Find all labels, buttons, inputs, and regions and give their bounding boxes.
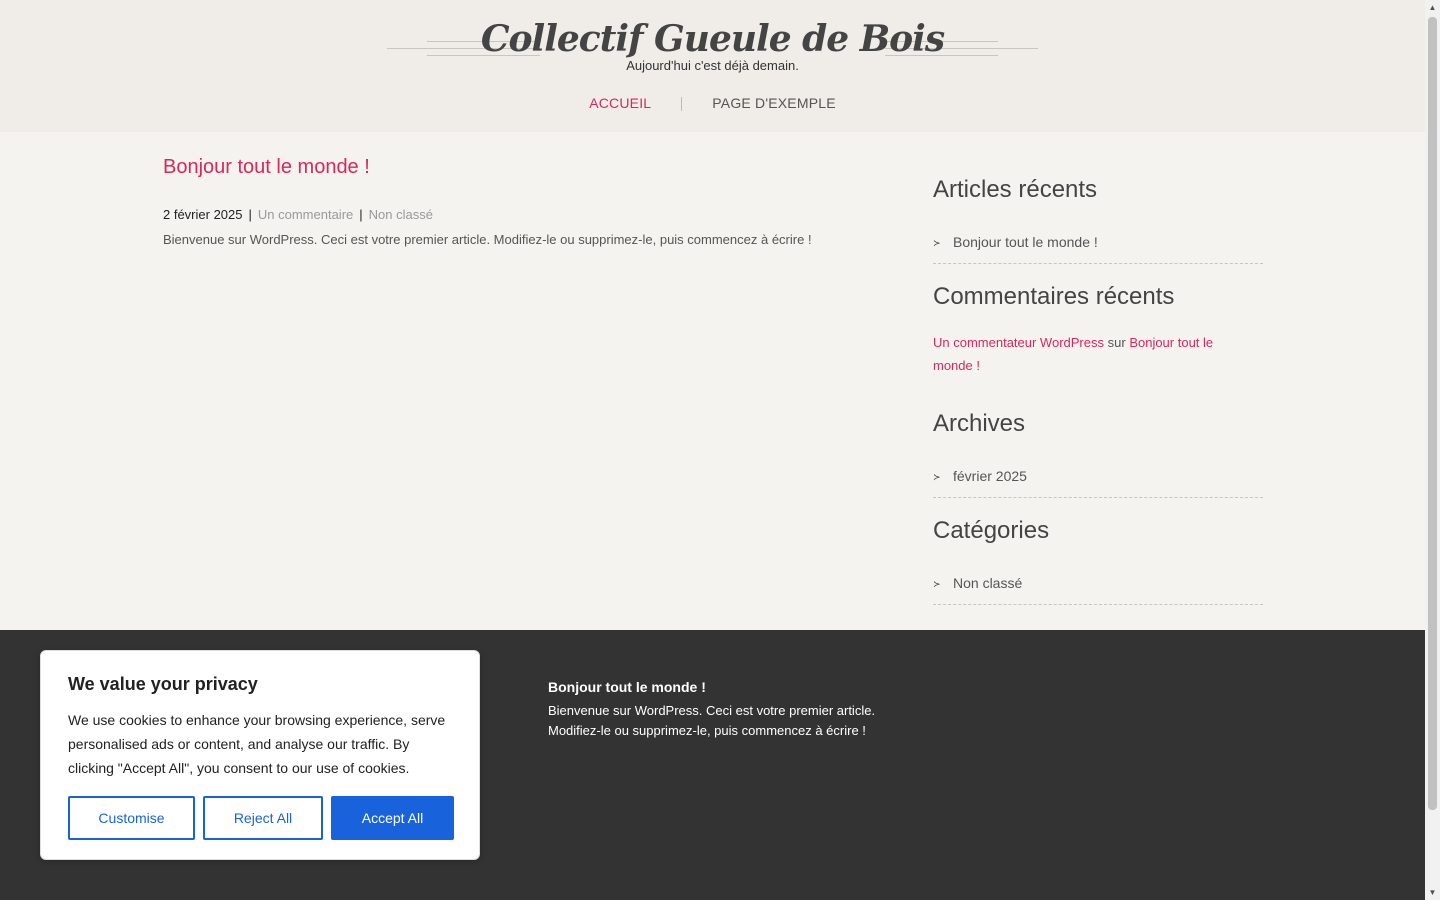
chevron-bullet-icon: ≻ <box>933 238 941 248</box>
comment-connector: sur <box>1107 335 1126 350</box>
post-excerpt: Bienvenue sur WordPress. Ceci est votre … <box>163 232 812 247</box>
footer-post-title[interactable]: Bonjour tout le monde ! <box>548 679 706 695</box>
post-date[interactable]: 2 février 2025 <box>163 207 243 222</box>
site-header: Collectif Gueule de Bois Aujourd'hui c'e… <box>0 0 1425 132</box>
widget-title-categories: Catégories <box>933 517 1050 544</box>
category-item[interactable]: ≻ Non classé <box>933 571 1263 605</box>
scroll-down-arrow-icon[interactable]: ▼ <box>1425 885 1440 900</box>
cookie-title: We value your privacy <box>68 674 258 694</box>
widget-title-archives: Archives <box>933 410 1026 437</box>
widget-title-recent-comments: Commentaires récents <box>933 283 1175 310</box>
site-tagline: Aujourd'hui c'est déjà demain. <box>626 58 799 73</box>
archive-item[interactable]: ≻ février 2025 <box>933 464 1263 498</box>
main-navigation: ACCUEIL PAGE D'EXEMPLE <box>0 95 1425 112</box>
recent-comment: Un commentateur WordPress sur Bonjour to… <box>933 331 1233 377</box>
chevron-bullet-icon: ≻ <box>933 579 941 589</box>
chevron-bullet-icon: ≻ <box>933 472 941 482</box>
scrollbar-thumb[interactable] <box>1428 17 1437 810</box>
recent-post-link[interactable]: Bonjour tout le monde ! <box>953 234 1098 250</box>
accept-all-button[interactable]: Accept All <box>331 796 454 840</box>
recent-post-item[interactable]: ≻ Bonjour tout le monde ! <box>933 230 1263 264</box>
site-branding: Collectif Gueule de Bois <box>0 14 1425 64</box>
widget-title-recent-posts: Articles récents <box>933 176 1098 203</box>
post-comments-link[interactable]: Un commentaire <box>258 207 353 222</box>
cookie-consent-banner: We value your privacy We use cookies to … <box>40 650 480 860</box>
reject-all-button[interactable]: Reject All <box>203 796 323 840</box>
nav-item-accueil[interactable]: ACCUEIL <box>559 95 681 111</box>
comment-author-link[interactable]: Un commentateur WordPress <box>933 335 1104 350</box>
cookie-description: We use cookies to enhance your browsing … <box>68 712 446 776</box>
scroll-up-arrow-icon[interactable]: ▲ <box>1425 0 1440 15</box>
customise-button[interactable]: Customise <box>68 796 195 840</box>
nav-item-page-exemple[interactable]: PAGE D'EXEMPLE <box>682 95 865 111</box>
site-title[interactable]: Collectif Gueule de Bois <box>481 14 945 64</box>
archive-link[interactable]: février 2025 <box>953 468 1027 484</box>
post-category-link[interactable]: Non classé <box>369 207 433 222</box>
post-meta: 2 février 2025 | Un commentaire | Non classé <box>163 207 433 222</box>
footer-post-text: Bienvenue sur WordPress. Ceci est votre … <box>548 703 876 738</box>
page-scrollbar[interactable]: ▲ ▼ <box>1425 0 1440 900</box>
category-link[interactable]: Non classé <box>953 575 1022 591</box>
post-title[interactable]: Bonjour tout le monde ! <box>163 156 370 179</box>
